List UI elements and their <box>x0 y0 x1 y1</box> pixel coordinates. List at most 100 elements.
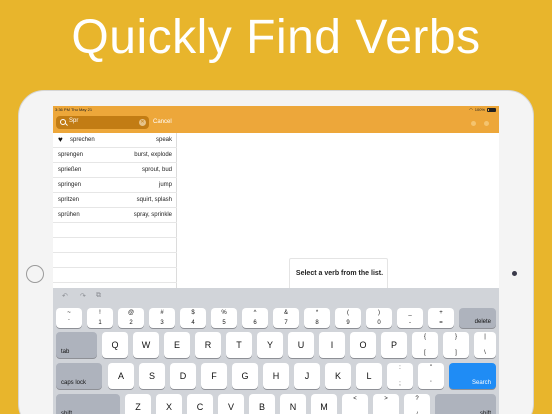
nav-bar: Spr ✕ Cancel <box>53 113 499 133</box>
verb-german: spritzen <box>58 197 80 203</box>
key-bot: [ <box>424 350 426 356</box>
key-semicolon[interactable]: :; <box>387 363 413 389</box>
clear-search-icon[interactable]: ✕ <box>139 119 146 126</box>
share-icon[interactable] <box>471 121 476 126</box>
key-tilde[interactable]: ~ ` <box>56 308 82 328</box>
key-top: " <box>429 365 433 371</box>
key-0[interactable]: ) 0 <box>366 308 392 328</box>
key-m[interactable]: M <box>311 394 337 414</box>
key-bot: 5 <box>222 320 226 326</box>
key-n[interactable]: N <box>280 394 306 414</box>
key-c[interactable]: C <box>187 394 213 414</box>
search-key[interactable]: Search <box>449 363 496 389</box>
search-field[interactable]: Spr ✕ <box>56 116 149 129</box>
key-g[interactable]: G <box>232 363 258 389</box>
key-top: | <box>484 334 486 340</box>
key-v[interactable]: V <box>218 394 244 414</box>
key-top: @ <box>127 310 135 316</box>
key-k[interactable]: K <box>325 363 351 389</box>
key-w[interactable]: W <box>133 332 159 358</box>
key-1[interactable]: ! 1 <box>87 308 113 328</box>
key-j[interactable]: J <box>294 363 320 389</box>
key-backslash[interactable]: | \ <box>474 332 496 358</box>
key-d[interactable]: D <box>170 363 196 389</box>
key-3[interactable]: #3 <box>149 308 175 328</box>
undo-icon[interactable]: ↶ <box>62 292 68 300</box>
list-item[interactable]: ♥ sprechen speak <box>53 133 177 148</box>
search-input[interactable]: Spr <box>69 118 78 124</box>
key-label: W <box>141 340 151 350</box>
key-bot: 1 <box>98 320 102 326</box>
key-equals[interactable]: + = <box>428 308 454 328</box>
key-bot: 0 <box>377 320 381 326</box>
empty-state-text: Select a verb from the list. <box>295 270 384 277</box>
wifi-icon: ◠ <box>469 107 473 112</box>
key-7[interactable]: & 7 <box>273 308 299 328</box>
paste-icon[interactable]: ⧉ <box>96 292 101 300</box>
key-label: E <box>173 340 180 350</box>
key-minus[interactable]: _ - <box>397 308 423 328</box>
key-p[interactable]: P <box>381 332 407 358</box>
key-label: P <box>390 340 397 350</box>
key-slash[interactable]: ?/ <box>404 394 430 414</box>
key-b[interactable]: B <box>249 394 275 414</box>
key-label: G <box>241 371 249 381</box>
key-label: V <box>227 402 234 412</box>
key-bracket-right[interactable]: }] <box>443 332 469 358</box>
list-item[interactable]: sprengen burst, explode <box>53 148 177 163</box>
key-label: F <box>211 371 217 381</box>
key-s[interactable]: S <box>139 363 165 389</box>
key-o[interactable]: O <box>350 332 376 358</box>
key-comma[interactable]: <, <box>342 394 368 414</box>
verb-german: sprühen <box>58 212 80 218</box>
key-period[interactable]: >. <box>373 394 399 414</box>
key-bot: 6 <box>253 320 257 326</box>
list-item[interactable]: sprühen spray, sprinkle <box>53 208 177 223</box>
key-bot: 9 <box>346 320 350 326</box>
delete-key[interactable]: delete <box>459 308 496 328</box>
key-6[interactable]: ^ 6 <box>242 308 268 328</box>
list-item[interactable]: springen jump <box>53 178 177 193</box>
key-y[interactable]: Y <box>257 332 283 358</box>
key-2[interactable]: @2 <box>118 308 144 328</box>
key-u[interactable]: U <box>288 332 314 358</box>
key-z[interactable]: Z <box>125 394 151 414</box>
shift-right-key[interactable]: shift <box>435 394 496 414</box>
key-a[interactable]: A <box>108 363 134 389</box>
key-l[interactable]: L <box>356 363 382 389</box>
key-9[interactable]: (9 <box>335 308 361 328</box>
key-q[interactable]: Q <box>102 332 128 358</box>
key-i[interactable]: I <box>319 332 345 358</box>
key-top: % <box>221 310 227 316</box>
key-5[interactable]: % 5 <box>211 308 237 328</box>
list-item[interactable]: spritzen squirt, splash <box>53 193 177 208</box>
caps-lock-key[interactable]: caps lock <box>56 363 102 389</box>
status-time: 3:36 PM Thu May 21 <box>55 107 93 112</box>
key-quote[interactable]: " ' <box>418 363 444 389</box>
shift-left-key[interactable]: shift <box>56 394 120 414</box>
key-8[interactable]: * 8 <box>304 308 330 328</box>
key-bot: 4 <box>191 320 195 326</box>
key-r[interactable]: R <box>195 332 221 358</box>
key-x[interactable]: X <box>156 394 182 414</box>
key-bracket-left[interactable]: {[ <box>412 332 438 358</box>
key-top: # <box>160 310 164 316</box>
key-top: ) <box>378 310 380 316</box>
key-f[interactable]: F <box>201 363 227 389</box>
search-icon <box>60 119 66 125</box>
redo-icon[interactable]: ↷ <box>80 292 86 300</box>
key-top: < <box>353 396 357 402</box>
key-h[interactable]: H <box>263 363 289 389</box>
list-item[interactable]: sprießen sprout, bud <box>53 163 177 178</box>
key-e[interactable]: E <box>164 332 190 358</box>
favorite-icon[interactable] <box>484 121 489 126</box>
key-t[interactable]: T <box>226 332 252 358</box>
verb-german: springen <box>58 182 82 188</box>
tab-key[interactable]: tab <box>56 332 97 358</box>
camera-dot <box>512 271 517 276</box>
key-label: S <box>148 371 155 381</box>
key-4[interactable]: $4 <box>180 308 206 328</box>
keyboard-toolbar: ↶ ↷ ⧉ <box>53 288 499 305</box>
cancel-button[interactable]: Cancel <box>153 119 172 125</box>
key-top: ( <box>347 310 349 316</box>
